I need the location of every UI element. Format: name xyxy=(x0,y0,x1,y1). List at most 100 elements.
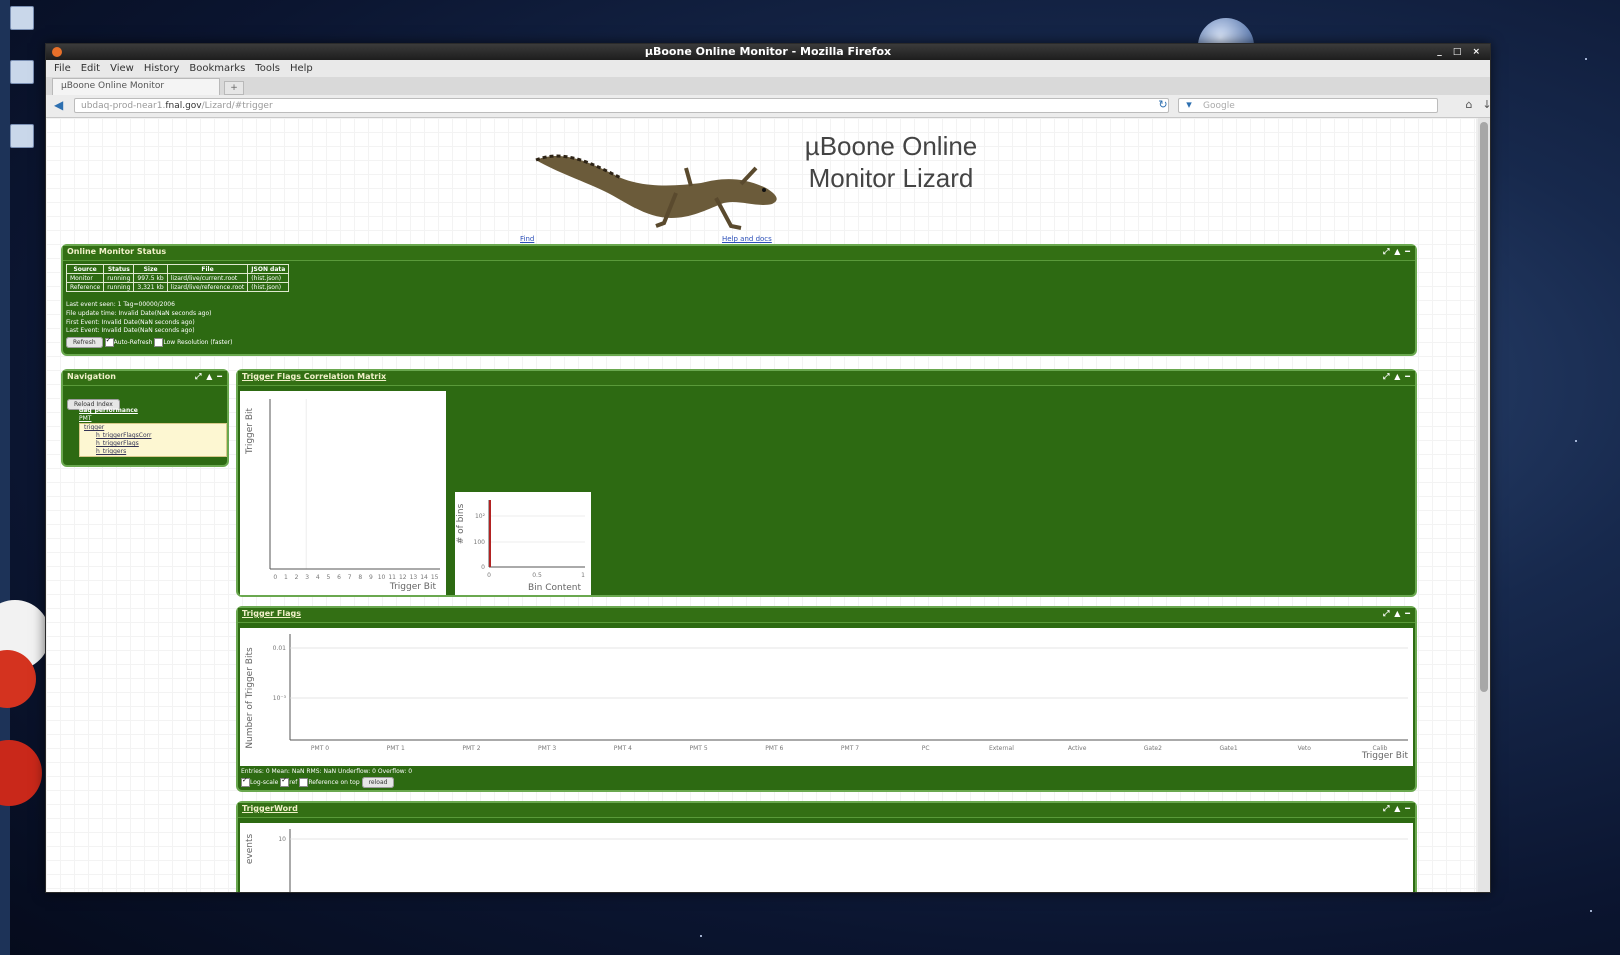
panel-controls[interactable]: ⤢ ▲ ━ xyxy=(1383,608,1411,620)
url-prefix: ubdaq-prod-near1. xyxy=(81,101,166,111)
nav-item-triggers[interactable]: h_triggers xyxy=(80,448,226,456)
table-cell: Reference xyxy=(65,282,105,292)
search-engine-icon[interactable]: ▾ xyxy=(1182,98,1196,112)
flags-x-tick: PMT 1 xyxy=(387,745,405,752)
refresh-button[interactable]: Refresh xyxy=(66,337,103,348)
table-cell: running xyxy=(103,273,135,283)
table-cell: lizard/live/reference.root xyxy=(166,282,249,292)
trash-desktop-icon[interactable] xyxy=(10,124,34,148)
url-bar[interactable]: ubdaq-prod-near1.fnal.gov/Lizard/#trigge… xyxy=(74,98,1169,113)
auto-refresh-checkbox[interactable] xyxy=(104,336,114,347)
table-cell: lizard/live/current.root xyxy=(166,273,249,283)
status-col-header: JSON data xyxy=(247,264,290,274)
page-title-line1: µBoone Online xyxy=(804,131,978,161)
home-icon[interactable]: ⌂ xyxy=(1462,98,1476,112)
window-controls[interactable]: _ □ × xyxy=(1437,44,1484,60)
hist-x-tick: 0.5 xyxy=(532,572,542,579)
panel-controls[interactable]: ⤢ ▲ ━ xyxy=(195,371,223,383)
search-input[interactable]: Google xyxy=(1178,98,1438,113)
tw-y-tick: 10 xyxy=(278,836,286,843)
nav-item-trigger-flags[interactable]: h_triggerFlags xyxy=(80,440,226,448)
bin-content-histogram: 10² 100 0 0 0.5 1 Bin Content # of bins xyxy=(455,492,591,595)
menu-edit[interactable]: Edit xyxy=(81,63,100,74)
menu-help[interactable]: Help xyxy=(290,63,313,74)
nav-item-daq-performance[interactable]: daq_performance xyxy=(79,407,138,414)
log-scale-label: Log-scale xyxy=(250,779,279,786)
page-title: µBoone Online Monitor Lizard xyxy=(766,130,1016,194)
trigger-word-panel: TriggerWord ⤢ ▲ ━ 10 events xyxy=(236,801,1417,892)
menu-history[interactable]: History xyxy=(144,63,180,74)
status-col-header: File xyxy=(166,264,249,274)
panel-controls[interactable]: ⤢ ▲ ━ xyxy=(1383,371,1411,383)
star-decoration xyxy=(1575,440,1577,442)
table-row: Reference running 3,321 kb lizard/live/r… xyxy=(65,282,290,292)
ref-on-top-checkbox[interactable] xyxy=(299,778,309,787)
tab-uboone-monitor[interactable]: µBoone Online Monitor xyxy=(52,78,220,95)
find-link[interactable]: Find xyxy=(520,235,534,243)
help-link[interactable]: Help and docs xyxy=(722,235,772,243)
ref-on-top-label: Reference on top xyxy=(308,779,360,786)
url-host: fnal.gov xyxy=(165,101,202,111)
last-event-text: Last event seen: 1 Tag=00000/2006 xyxy=(66,301,175,308)
menu-bookmarks[interactable]: Bookmarks xyxy=(189,63,245,74)
table-cell: running xyxy=(103,282,135,292)
flags-x-tick: PMT 4 xyxy=(614,745,632,752)
nav-item-trigger-flags-corr[interactable]: h_triggerFlagsCorr xyxy=(80,432,226,440)
correlation-x-tick: 6 xyxy=(337,574,341,581)
back-arrow-icon[interactable]: ◀ xyxy=(54,98,68,112)
hist-y-label: # of bins xyxy=(456,503,466,544)
hist-y-tick: 0 xyxy=(481,564,485,571)
flags-x-tick: PMT 0 xyxy=(311,745,329,752)
status-panel-title: Online Monitor Status xyxy=(67,247,167,256)
trigger-word-plot: 10 events xyxy=(240,823,1413,892)
ref-checkbox[interactable] xyxy=(280,776,290,787)
firefox-logo-icon xyxy=(52,47,62,57)
panel-controls[interactable]: ⤢ ▲ ━ xyxy=(1383,246,1411,258)
flags-x-tick: Veto xyxy=(1298,745,1312,752)
flags-x-tick: Active xyxy=(1068,745,1087,752)
computer-desktop-icon[interactable] xyxy=(10,6,34,30)
status-col-header: Status xyxy=(103,264,135,274)
menu-tools[interactable]: Tools xyxy=(255,63,280,74)
correlation-x-tick: 12 xyxy=(399,574,407,581)
trigger-word-panel-title[interactable]: TriggerWord xyxy=(242,804,298,813)
log-scale-checkbox[interactable] xyxy=(241,776,250,787)
lizard-logo-image xyxy=(535,154,777,230)
flags-controls: Log-scale ref Reference on top reload xyxy=(241,776,395,788)
status-col-header: Source xyxy=(65,264,105,274)
new-tab-button[interactable]: + xyxy=(224,81,244,95)
correlation-panel-title[interactable]: Trigger Flags Correlation Matrix xyxy=(242,372,386,381)
correlation-x-tick: 5 xyxy=(327,574,331,581)
status-col-header: Size xyxy=(133,264,168,274)
reload-icon[interactable]: ↻ xyxy=(1156,98,1170,112)
reload-button[interactable]: reload xyxy=(361,777,395,788)
correlation-x-label: Trigger Bit xyxy=(389,582,437,592)
page-scrollbar[interactable] xyxy=(1478,118,1490,892)
correlation-x-ticks: 0 1 2 3 4 5 6 7 8 9 10 11 12 13 14 15 xyxy=(273,574,438,581)
nav-item-pmt[interactable]: PMT xyxy=(79,415,91,422)
correlation-y-label: Trigger Bit xyxy=(245,407,255,455)
menu-file[interactable]: File xyxy=(54,63,71,74)
status-panel: Online Monitor Status ⤢ ▲ ━ Source Statu… xyxy=(61,244,1417,356)
correlation-grid xyxy=(305,399,307,569)
home-desktop-icon[interactable] xyxy=(10,60,34,84)
panel-controls[interactable]: ⤢ ▲ ━ xyxy=(1383,803,1411,815)
menu-view[interactable]: View xyxy=(110,63,134,74)
table-cell: 3,321 kb xyxy=(133,282,168,292)
downloads-icon[interactable]: ↓ xyxy=(1480,98,1490,112)
correlation-x-tick: 7 xyxy=(348,574,352,581)
window-title: µBoone Online Monitor - Mozilla Firefox xyxy=(644,45,892,58)
status-table-header: Source Status Size File JSON data xyxy=(65,264,290,274)
json-link[interactable]: (hist.json) xyxy=(247,273,290,283)
correlation-x-tick: 11 xyxy=(388,574,396,581)
correlation-x-tick: 9 xyxy=(369,574,373,581)
trigger-flags-panel-title[interactable]: Trigger Flags xyxy=(242,609,301,618)
scrollbar-thumb[interactable] xyxy=(1480,122,1488,692)
correlation-x-tick: 3 xyxy=(305,574,309,581)
correlation-x-tick: 2 xyxy=(295,574,299,581)
nav-item-trigger[interactable]: trigger xyxy=(80,424,226,432)
flags-y-tick: 10⁻³ xyxy=(273,695,287,702)
status-table: Source Status Size File JSON data Monito… xyxy=(65,264,290,292)
json-link[interactable]: (hist.json) xyxy=(247,282,290,292)
flags-x-tick: PMT 2 xyxy=(462,745,480,752)
